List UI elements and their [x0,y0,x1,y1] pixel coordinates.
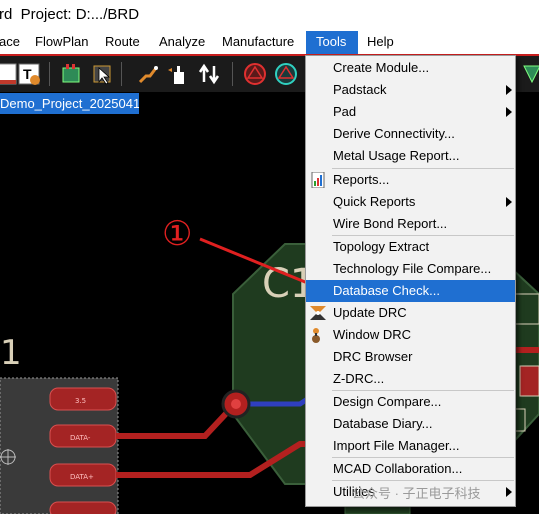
toolbar-separator [232,62,233,86]
report-icon [309,171,327,189]
slide-hand-icon[interactable] [166,62,190,86]
add-text-icon[interactable] [0,62,18,86]
component-place-icon[interactable] [60,62,84,86]
document-tab[interactable]: Demo_Project_20250416 [0,93,139,114]
submenu-arrow-icon [506,487,512,497]
submenu-arrow-icon [506,197,512,207]
menu-item-update-drc[interactable]: Update DRC [306,302,515,324]
menu-item-pad[interactable]: Pad [306,101,515,123]
menu-item-mcad-collaboration[interactable]: MCAD Collaboration... [306,458,515,480]
window-title: rd Project: D:.../BRD [0,6,140,23]
menu-item-padstack[interactable]: Padstack [306,79,515,101]
route-tool-icon[interactable] [520,62,539,86]
menu-item-create-module[interactable]: Create Module... [306,57,515,79]
menu-item-design-compare[interactable]: Design Compare... [306,391,515,413]
window-drc-icon [309,327,327,343]
add-connect-icon[interactable] [136,62,160,86]
submenu-arrow-icon [506,85,512,95]
shape-fill-icon[interactable] [243,62,267,86]
window-titlebar: rd Project: D:.../BRD [0,0,539,31]
menu-item-derive-connectivity[interactable]: Derive Connectivity... [306,123,515,145]
menu-help[interactable]: Help [367,31,397,54]
annotation-marker: ① [162,214,192,254]
menu-bar: ace FlowPlan Route Analyze Manufacture T… [0,31,539,54]
menu-item-topology-extract[interactable]: Topology Extract [306,236,515,258]
pad [514,293,539,325]
menu-manufacture[interactable]: Manufacture [222,31,300,54]
pad-label: DATA- [70,434,91,442]
menu-item-technology-file-compare[interactable]: Technology File Compare... [306,258,515,280]
shape-edit-icon[interactable] [274,62,298,86]
menu-item-quick-reports[interactable]: Quick Reports [306,191,515,213]
tools-menu-dropdown: Create Module... Padstack Pad Derive Con… [305,55,516,507]
menu-item-wire-bond-report[interactable]: Wire Bond Report... [306,213,515,235]
menu-route[interactable]: Route [105,31,145,54]
menu-flowplan[interactable]: FlowPlan [35,31,91,54]
pcb-trace [116,401,238,439]
menu-item-z-drc[interactable]: Z-DRC... [306,368,515,390]
toolbar-separator [121,62,122,86]
via-drill [231,399,241,409]
toolbar-separator [49,62,50,86]
document-tab-label: Demo_Project_20250416 [0,96,139,111]
pad-label: DATA+ [70,473,94,481]
menu-item-window-drc[interactable]: Window DRC [306,324,515,346]
submenu-arrow-icon [506,107,512,117]
menu-place[interactable]: ace [0,31,20,54]
refdes-fragment: 1 [0,333,22,373]
menu-item-import-file-manager[interactable]: Import File Manager... [306,435,515,457]
update-drc-icon [309,305,327,321]
text-edit-icon[interactable]: T [18,62,42,86]
menu-item-metal-usage-report[interactable]: Metal Usage Report... [306,145,515,167]
pad-label: 3.5 [75,397,86,405]
pad [49,501,117,514]
menu-item-database-diary[interactable]: Database Diary... [306,413,515,435]
pad [519,365,539,397]
menu-item-drc-browser[interactable]: DRC Browser [306,346,515,368]
menu-item-database-check[interactable]: Database Check... [306,280,515,302]
swap-pins-icon[interactable] [197,62,221,86]
menu-analyze[interactable]: Analyze [159,31,209,54]
watermark-text: 公众号 · 子正电子科技 [352,486,481,501]
select-component-icon[interactable] [90,62,114,86]
menu-tools[interactable]: Tools [306,31,358,54]
menu-item-reports[interactable]: Reports... [306,169,515,191]
